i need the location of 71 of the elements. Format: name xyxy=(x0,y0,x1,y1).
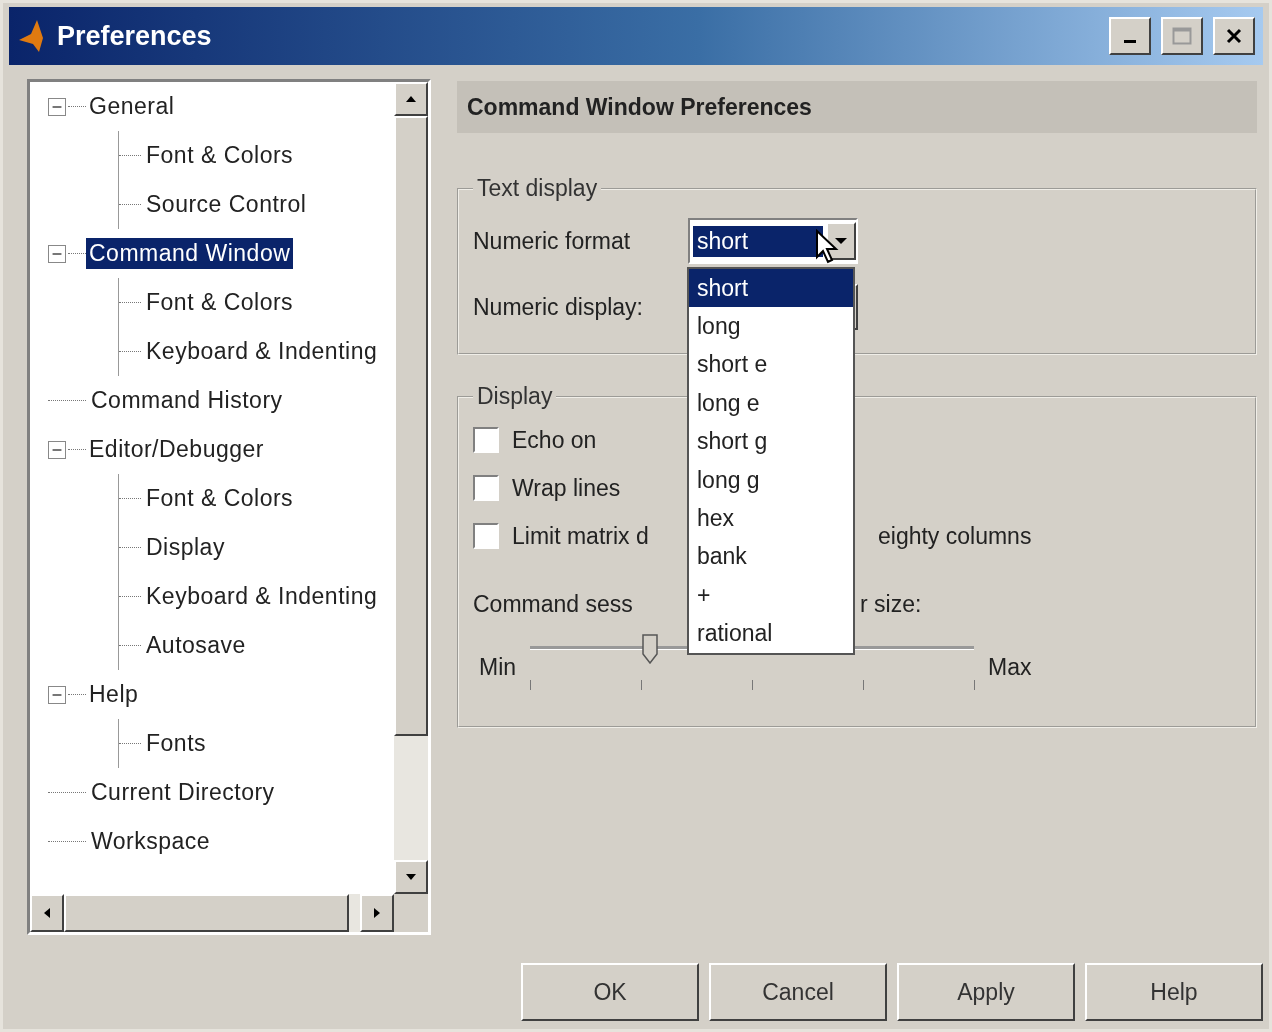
tree-item[interactable]: Font & Colors xyxy=(143,287,297,318)
tree-item[interactable]: Workspace xyxy=(88,826,214,857)
collapse-icon[interactable] xyxy=(48,440,66,459)
dialog-button[interactable]: Help xyxy=(1085,963,1263,1021)
slider-label: r size: xyxy=(860,590,923,618)
maximize-button[interactable] xyxy=(1161,17,1203,55)
tree-item[interactable]: Help xyxy=(86,679,142,710)
collapse-icon[interactable] xyxy=(48,685,66,704)
dropdown-option[interactable]: bank xyxy=(689,537,853,577)
tree-item[interactable]: Font & Colors xyxy=(143,140,297,171)
min-label: Min xyxy=(479,654,517,681)
group-title: Display xyxy=(476,383,554,410)
tree-item[interactable]: Display xyxy=(143,532,228,563)
dropdown-option[interactable]: short g xyxy=(689,422,853,461)
scroll-down-icon[interactable] xyxy=(405,873,417,881)
checkbox-label: Wrap lines xyxy=(512,474,622,502)
tree-item[interactable]: Current Directory xyxy=(88,777,278,808)
tree-item[interactable]: General xyxy=(86,91,178,122)
dropdown-arrow-icon[interactable] xyxy=(834,237,848,245)
dropdown-option[interactable]: short xyxy=(689,269,853,308)
checkbox-label: Echo on xyxy=(512,426,598,454)
dropdown-field[interactable]: short xyxy=(688,218,858,264)
slider-thumb[interactable] xyxy=(641,634,658,664)
minimize-icon xyxy=(1124,39,1136,43)
field-label: Numeric display: xyxy=(473,293,644,321)
dialog-button[interactable]: Apply xyxy=(897,963,1075,1021)
dropdown-option[interactable]: long xyxy=(689,307,853,346)
checkbox[interactable] xyxy=(473,475,499,501)
panel-header: Command Window Preferences xyxy=(457,81,1257,133)
close-button[interactable] xyxy=(1213,17,1255,55)
scroll-right-icon[interactable] xyxy=(373,907,381,919)
tree-item[interactable]: Fonts xyxy=(143,728,210,759)
scrollbar-thumb[interactable] xyxy=(394,116,428,736)
dropdown-value: short xyxy=(693,225,823,257)
field-label: Numeric format xyxy=(473,227,632,255)
vertical-scrollbar[interactable] xyxy=(394,82,428,894)
group-title: Text display xyxy=(476,175,599,202)
checkbox[interactable] xyxy=(473,427,499,453)
dialog-button[interactable]: Cancel xyxy=(709,963,887,1021)
collapse-icon[interactable] xyxy=(48,97,66,116)
dialog-button[interactable]: OK xyxy=(521,963,699,1021)
maximize-icon xyxy=(1172,27,1192,45)
dropdown-option[interactable]: long e xyxy=(689,384,853,423)
minimize-button[interactable] xyxy=(1109,17,1151,55)
tree-item[interactable]: Command History xyxy=(88,385,286,416)
scrollbar-corner xyxy=(394,894,428,932)
close-icon xyxy=(1225,28,1243,44)
scrollbar-thumb[interactable] xyxy=(64,894,349,932)
dropdown-option[interactable]: short e xyxy=(689,345,853,385)
tree-item[interactable]: Autosave xyxy=(143,630,249,661)
scroll-up-icon[interactable] xyxy=(405,95,417,103)
collapse-icon[interactable] xyxy=(48,244,66,263)
slider-label: Command sess xyxy=(473,590,634,618)
checkbox-label: eighty columns xyxy=(878,522,1033,550)
dropdown-option[interactable]: rational xyxy=(689,614,853,653)
tree-item[interactable]: Source Control xyxy=(143,189,310,220)
dropdown-option[interactable]: hex xyxy=(689,499,853,538)
checkbox[interactable] xyxy=(473,523,499,549)
max-label: Max xyxy=(988,654,1032,681)
tree-item[interactable]: Editor/Debugger xyxy=(86,434,267,465)
dropdown-option[interactable]: long g xyxy=(689,460,853,500)
dropdown-option[interactable]: + xyxy=(689,576,853,615)
cursor-icon xyxy=(815,229,839,265)
horizontal-scrollbar[interactable] xyxy=(30,894,394,932)
checkbox-label: Limit matrix d xyxy=(512,522,650,550)
tree-item[interactable]: Keyboard & Indenting xyxy=(143,336,381,367)
tree-item[interactable]: Keyboard & Indenting xyxy=(143,581,381,612)
tree-item[interactable]: Font & Colors xyxy=(143,483,297,514)
window-title: Preferences xyxy=(57,20,213,52)
tree-item[interactable]: Command Window xyxy=(86,238,294,269)
scroll-left-icon[interactable] xyxy=(43,907,51,919)
